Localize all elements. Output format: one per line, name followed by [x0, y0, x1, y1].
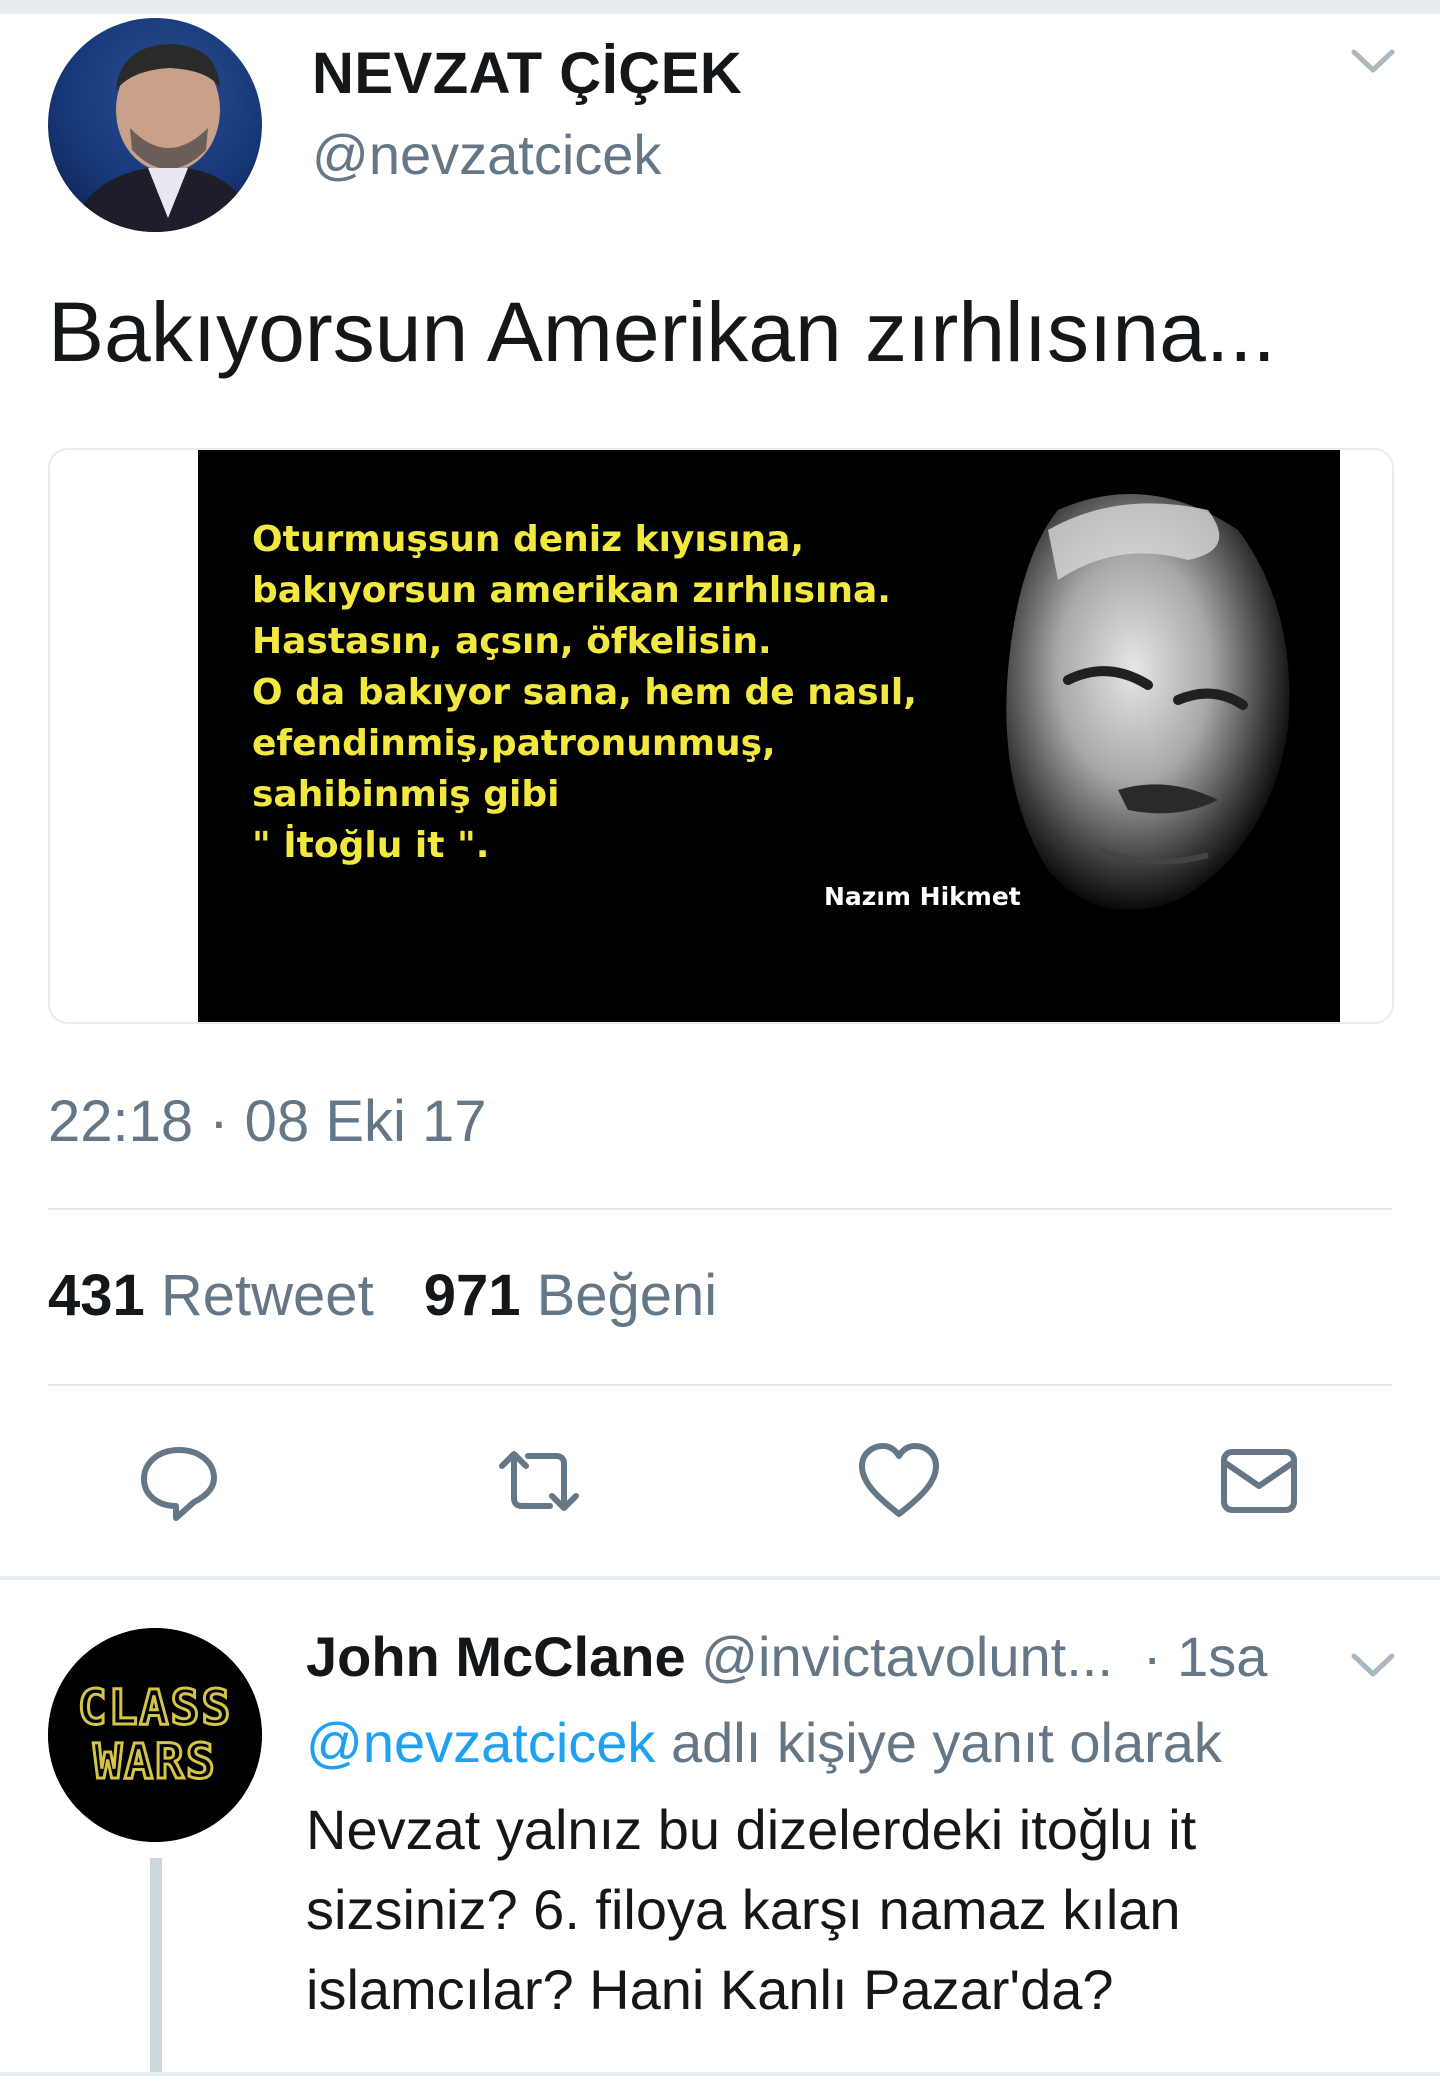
- retweet-stat[interactable]: 431 Retweet: [48, 1263, 374, 1328]
- poem-line: O da bakıyor sana, hem de nasıl,: [252, 672, 917, 713]
- reply-avatar-text-line1: CLASS: [78, 1680, 233, 1736]
- reply-author-avatar[interactable]: CLASS WARS: [48, 1628, 262, 1842]
- thread-line: [150, 1858, 162, 2072]
- like-stat[interactable]: 971 Beğeni: [424, 1263, 718, 1328]
- author-display-name[interactable]: NEVZAT ÇİÇEK: [312, 40, 742, 107]
- divider: [48, 1208, 1392, 1210]
- reply-text: Nevzat yalnız bu dizelerdeki itoğlu it s…: [306, 1798, 1197, 2021]
- reply-avatar-text-line2: WARS: [93, 1734, 217, 1790]
- bottom-divider: [0, 2072, 1440, 2076]
- reply-avatar-image: CLASS WARS: [48, 1628, 262, 1842]
- reply-to-suffix: adlı kişiye yanıt olarak: [655, 1711, 1222, 1774]
- tweet-text: Bakıyorsun Amerikan zırhlısına...: [48, 285, 1276, 379]
- poem-line: efendinmiş,patronunmuş,: [252, 723, 776, 764]
- reply-time[interactable]: 1sa: [1177, 1625, 1267, 1688]
- reply-menu-chevron-down-icon[interactable]: [1350, 1650, 1396, 1680]
- tweet-timestamp[interactable]: 22:18 · 08 Eki 17: [48, 1088, 487, 1155]
- separator-dot: ·: [1142, 1625, 1178, 1688]
- like-count: 971: [423, 1263, 521, 1328]
- poem-line: Hastasın, açsın, öfkelisin.: [252, 621, 772, 662]
- heart-icon[interactable]: [856, 1438, 942, 1524]
- portrait-image: [1006, 494, 1290, 910]
- section-divider: [0, 1576, 1440, 1580]
- reply-handle[interactable]: @invictavolunt...: [701, 1625, 1113, 1688]
- reply-display-name[interactable]: John McClane: [306, 1625, 686, 1688]
- poem-line: bakıyorsun amerikan zırhlısına.: [252, 570, 891, 611]
- like-label: Beğeni: [536, 1263, 718, 1328]
- author-avatar-image: [68, 44, 258, 232]
- divider: [48, 1384, 1392, 1386]
- tweet-media-image[interactable]: Oturmuşsun deniz kıyısına, bakıyorsun am…: [198, 450, 1340, 1022]
- poem-line: " İtoğlu it ".: [252, 825, 490, 866]
- top-divider: [0, 0, 1440, 14]
- poem-line: Oturmuşsun deniz kıyısına,: [252, 519, 805, 560]
- reply-icon[interactable]: [136, 1438, 222, 1524]
- tweet-media-card[interactable]: Oturmuşsun deniz kıyısına, bakıyorsun am…: [48, 448, 1394, 1024]
- reply-to-mention-link[interactable]: @nevzatcicek: [306, 1711, 655, 1774]
- mail-icon[interactable]: [1216, 1438, 1302, 1524]
- tweet-stats: 431 Retweet 971 Beğeni: [48, 1262, 717, 1329]
- tweet-menu-chevron-down-icon[interactable]: [1350, 46, 1396, 76]
- author-avatar[interactable]: [48, 18, 262, 232]
- retweet-icon[interactable]: [496, 1438, 582, 1524]
- retweet-count: 431: [48, 1263, 145, 1328]
- author-handle[interactable]: @nevzatcicek: [312, 122, 661, 187]
- reply-header: John McClane @invictavolunt... · 1sa: [306, 1624, 1267, 1689]
- retweet-label: Retweet: [160, 1263, 374, 1328]
- poem-text: Oturmuşsun deniz kıyısına, bakıyorsun am…: [252, 514, 972, 871]
- poem-line: sahibinmiş gibi: [252, 774, 560, 815]
- reply-context: @nevzatcicek adlı kişiye yanıt olarak: [306, 1710, 1222, 1775]
